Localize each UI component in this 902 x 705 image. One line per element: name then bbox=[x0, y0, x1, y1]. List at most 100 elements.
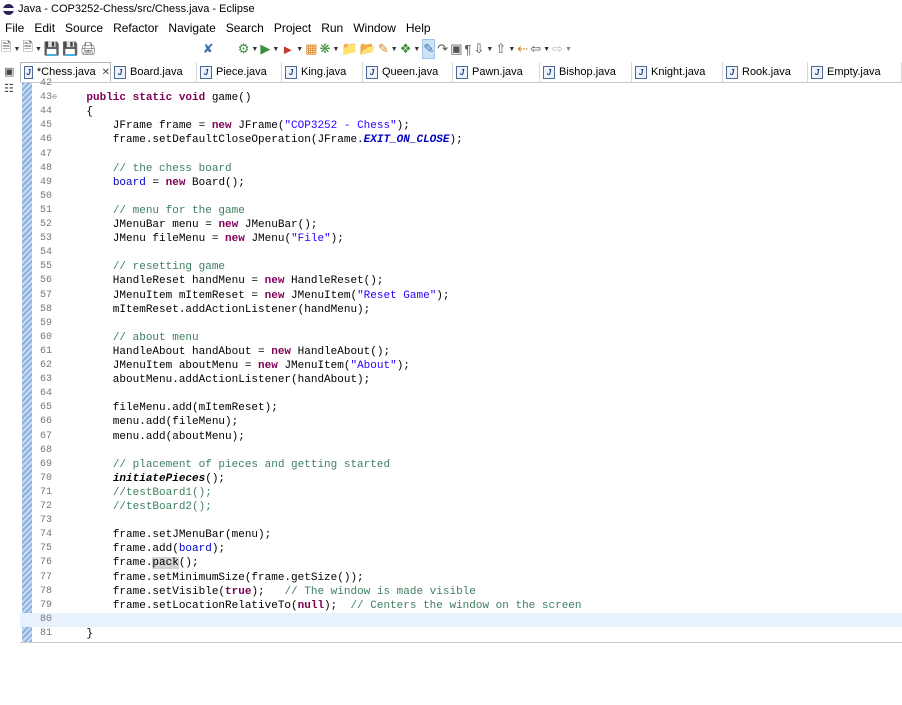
code-line[interactable]: 58 mItemReset.addActionListener(handMenu… bbox=[20, 303, 902, 317]
code-line[interactable]: 74 frame.setJMenuBar(menu); bbox=[20, 528, 902, 542]
code-line[interactable]: 61 HandleAbout handAbout = new HandleAbo… bbox=[20, 345, 902, 359]
code-line[interactable]: 53 JMenu fileMenu = new JMenu("File"); bbox=[20, 232, 902, 246]
close-tab-icon[interactable]: ✕ bbox=[102, 67, 110, 78]
code-line[interactable]: 62 JMenuItem aboutMenu = new JMenuItem("… bbox=[20, 359, 902, 373]
menu-search[interactable]: Search bbox=[221, 21, 269, 35]
last-edit-location-icon[interactable]: ⇠ bbox=[517, 40, 528, 58]
external-tools-icon[interactable]: ► bbox=[281, 40, 294, 58]
line-number: 63 bbox=[39, 374, 52, 386]
code-text: JMenuItem mItemReset = new JMenuItem("Re… bbox=[60, 289, 450, 302]
code-line[interactable]: 49 board = new Board(); bbox=[20, 176, 902, 190]
menu-run[interactable]: Run bbox=[316, 21, 348, 35]
new-dropdown-icon[interactable]: ▼ bbox=[13, 40, 20, 58]
code-line[interactable]: 65 fileMenu.add(mItemReset); bbox=[20, 401, 902, 415]
annotation-dropdown-icon[interactable]: ▼ bbox=[413, 40, 420, 58]
code-line[interactable]: 66 menu.add(fileMenu); bbox=[20, 415, 902, 429]
code-line[interactable]: 71 //testBoard1(); bbox=[20, 486, 902, 500]
code-line[interactable]: 70 initiatePieces(); bbox=[20, 472, 902, 486]
code-line[interactable]: 81 } bbox=[20, 627, 902, 641]
line-number: 76 bbox=[39, 557, 52, 569]
back-icon[interactable]: ⇦ bbox=[530, 40, 541, 58]
code-line[interactable]: 43 ⊖ public static void game() bbox=[20, 91, 902, 105]
block-selection-icon[interactable]: ▣ bbox=[450, 40, 462, 58]
code-line[interactable]: 69 // placement of pieces and getting st… bbox=[20, 458, 902, 472]
menu-navigate[interactable]: Navigate bbox=[163, 21, 220, 35]
new-java-project-icon[interactable]: ▦ bbox=[305, 40, 317, 58]
debug-dropdown-icon[interactable]: ▼ bbox=[251, 40, 258, 58]
run-icon[interactable]: ▶ bbox=[260, 40, 270, 58]
restore-icon[interactable]: ▣ bbox=[4, 65, 14, 78]
code-line[interactable]: 54 bbox=[20, 246, 902, 260]
code-line[interactable]: 80 bbox=[20, 612, 902, 627]
forward-dropdown-icon[interactable]: ▼ bbox=[565, 40, 572, 58]
code-line[interactable]: 46 frame.setDefaultCloseOperation(JFrame… bbox=[20, 133, 902, 147]
open-task-icon[interactable]: 📂 bbox=[360, 40, 376, 58]
word-wrap-icon[interactable]: ↷ bbox=[437, 40, 448, 58]
line-number: 58 bbox=[39, 303, 52, 315]
code-line[interactable]: 64 bbox=[20, 387, 902, 401]
show-whitespace-icon[interactable]: ¶ bbox=[464, 40, 471, 58]
menu-project[interactable]: Project bbox=[269, 21, 316, 35]
menu-help[interactable]: Help bbox=[401, 21, 436, 35]
outline-icon[interactable]: ☷ bbox=[4, 82, 14, 95]
code-line[interactable]: 48 // the chess board bbox=[20, 162, 902, 176]
search-dropdown-icon[interactable]: ▼ bbox=[391, 40, 398, 58]
code-line[interactable]: 73 bbox=[20, 514, 902, 528]
new-class-dropdown-icon[interactable]: ▼ bbox=[332, 40, 339, 58]
open-type-icon[interactable]: 📁 bbox=[341, 40, 357, 58]
next-annotation-icon[interactable]: ⇩ bbox=[473, 40, 484, 58]
code-line[interactable]: 42 bbox=[20, 77, 902, 91]
search-icon[interactable]: ✎ bbox=[378, 40, 389, 58]
code-line[interactable]: 55 // resetting game bbox=[20, 260, 902, 274]
code-line[interactable]: 72 //testBoard2(); bbox=[20, 500, 902, 514]
line-number: 79 bbox=[39, 599, 52, 611]
code-line[interactable]: 52 JMenuBar menu = new JMenuBar(); bbox=[20, 218, 902, 232]
code-line[interactable]: 45 JFrame frame = new JFrame("COP3252 - … bbox=[20, 119, 902, 133]
open-icon[interactable]: 🗎 bbox=[22, 39, 32, 58]
code-line[interactable]: 79 frame.setLocationRelativeTo(null); //… bbox=[20, 599, 902, 613]
annotation-icon[interactable]: ❖ bbox=[400, 40, 412, 58]
menu-window[interactable]: Window bbox=[348, 21, 401, 35]
code-line[interactable]: 56 HandleReset handMenu = new HandleRese… bbox=[20, 274, 902, 288]
run-dropdown-icon[interactable]: ▼ bbox=[272, 40, 279, 58]
code-line[interactable]: 60 // about menu bbox=[20, 331, 902, 345]
next-annotation-dropdown-icon[interactable]: ▼ bbox=[486, 40, 493, 58]
code-line[interactable]: 59 bbox=[20, 317, 902, 331]
fold-toggle-icon[interactable]: ⊖ bbox=[52, 91, 57, 105]
open-dropdown-icon[interactable]: ▼ bbox=[35, 40, 42, 58]
external-tools-dropdown-icon[interactable]: ▼ bbox=[296, 40, 303, 58]
debug-icon[interactable]: ⚙ bbox=[238, 40, 250, 58]
forward-icon[interactable]: ⇨ bbox=[552, 40, 563, 58]
save-all-icon[interactable]: 💾 bbox=[62, 40, 78, 58]
code-editor[interactable]: 42 43 ⊖ public static void game() 44 {45 JF… bbox=[20, 78, 902, 643]
code-line[interactable]: 78 frame.setVisible(true); // The window… bbox=[20, 585, 902, 599]
code-line[interactable]: 75 frame.add(board); bbox=[20, 542, 902, 556]
line-number: 47 bbox=[39, 148, 52, 160]
skip-breakpoints-icon[interactable]: ✘ bbox=[203, 40, 214, 58]
code-text: // the chess board bbox=[112, 162, 232, 175]
save-icon[interactable]: 💾 bbox=[44, 40, 60, 58]
new-icon[interactable]: 🗎 bbox=[1, 39, 11, 58]
code-line[interactable]: 57 JMenuItem mItemReset = new JMenuItem(… bbox=[20, 289, 902, 303]
code-text: frame.setLocationRelativeTo(null); // Ce… bbox=[60, 599, 582, 612]
new-class-icon[interactable]: ❋ bbox=[320, 40, 331, 58]
line-number: 42 bbox=[39, 78, 52, 89]
code-line[interactable]: 51 // menu for the game bbox=[20, 204, 902, 218]
code-line[interactable]: 67 menu.add(aboutMenu); bbox=[20, 430, 902, 444]
code-line[interactable]: 50 bbox=[20, 190, 902, 204]
code-line[interactable]: 77 frame.setMinimumSize(frame.getSize())… bbox=[20, 571, 902, 585]
print-icon[interactable]: 🖨 bbox=[80, 40, 97, 58]
previous-annotation-icon[interactable]: ⇧ bbox=[495, 40, 506, 58]
code-line[interactable]: 76 frame.pack(); bbox=[20, 556, 902, 570]
back-dropdown-icon[interactable]: ▼ bbox=[543, 40, 550, 58]
menu-source[interactable]: Source bbox=[60, 21, 108, 35]
code-line[interactable]: 63 aboutMenu.addActionListener(handAbout… bbox=[20, 373, 902, 387]
code-line[interactable]: 47 bbox=[20, 148, 902, 162]
code-line[interactable]: 68 bbox=[20, 444, 902, 458]
mark-occurrences-icon[interactable]: ✎ bbox=[422, 39, 436, 59]
menu-refactor[interactable]: Refactor bbox=[108, 21, 163, 35]
menu-edit[interactable]: Edit bbox=[29, 21, 60, 35]
previous-annotation-dropdown-icon[interactable]: ▼ bbox=[508, 40, 515, 58]
menu-file[interactable]: File bbox=[0, 21, 29, 35]
code-line[interactable]: 44 { bbox=[20, 105, 902, 119]
